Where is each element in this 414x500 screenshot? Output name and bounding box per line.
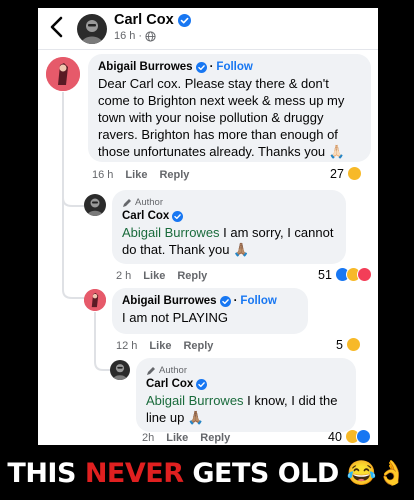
avatar[interactable] xyxy=(77,14,107,44)
reaction-count[interactable]: 27 xyxy=(330,166,362,181)
author-label: Author xyxy=(159,365,187,376)
haha-emoji-icon xyxy=(346,166,362,181)
avatar[interactable] xyxy=(46,57,80,91)
carl-cox-avatar-icon xyxy=(112,364,128,380)
post-meta: 16 h · xyxy=(114,30,156,42)
reaction-count[interactable]: 40 xyxy=(328,429,371,444)
verified-badge-icon xyxy=(177,13,191,27)
post-header: Carl Cox 16 h · xyxy=(38,8,378,50)
author-badge: Author xyxy=(146,365,346,376)
mention-link[interactable]: Abigail Burrowes xyxy=(122,225,220,240)
like-button[interactable]: Like xyxy=(166,432,188,444)
thread-line xyxy=(62,92,64,272)
separator-dot: · xyxy=(233,295,238,307)
like-button[interactable]: Like xyxy=(143,270,165,282)
avatar[interactable] xyxy=(84,289,106,311)
carl-cox-avatar-icon xyxy=(87,198,103,216)
like-button[interactable]: Like xyxy=(125,169,147,181)
verified-badge-icon xyxy=(172,210,184,222)
comment-author[interactable]: Abigail Burrowes xyxy=(122,295,217,307)
author-badge: Author xyxy=(122,197,336,208)
avatar[interactable] xyxy=(84,194,106,216)
comment-time[interactable]: 2h xyxy=(142,432,154,444)
caption-emojis: 😂👌 xyxy=(346,460,407,487)
reply-button[interactable]: Reply xyxy=(159,169,189,181)
separator-dot: · xyxy=(209,61,214,73)
comment-bubble: Abigail Burrowes · Follow I am not PLAYI… xyxy=(112,288,308,334)
reaction-count[interactable]: 51 xyxy=(318,267,372,282)
comment-actions: 16 h Like Reply xyxy=(92,169,189,181)
comment-time[interactable]: 2 h xyxy=(116,270,131,282)
pencil-icon xyxy=(123,198,131,207)
page-name[interactable]: Carl Cox xyxy=(114,12,174,28)
like-emoji-icon xyxy=(355,429,371,444)
comment-actions: 2h Like Reply xyxy=(142,432,230,444)
follow-button[interactable]: Follow xyxy=(240,295,276,307)
reaction-number: 51 xyxy=(318,267,332,282)
caption-part-this: THIS xyxy=(7,458,85,489)
avatar[interactable] xyxy=(110,360,130,380)
comment-bubble: Abigail Burrowes · Follow Dear Carl cox.… xyxy=(88,54,371,162)
comment-text: Dear Carl cox. Please stay there & don't… xyxy=(98,76,345,159)
reaction-number: 27 xyxy=(330,166,344,181)
comment-author[interactable]: Abigail Burrowes xyxy=(98,61,193,73)
love-emoji-icon xyxy=(356,267,372,282)
thread-connector xyxy=(62,270,84,299)
reaction-number: 5 xyxy=(336,337,343,352)
abigail-avatar-icon xyxy=(84,289,106,311)
comment-header: Carl Cox xyxy=(146,378,346,390)
verified-badge-icon xyxy=(195,61,207,73)
comment-text: Abigail Burrowes I am sorry, I cannot do… xyxy=(122,224,336,258)
caption-part-gets-old: GETS OLD xyxy=(183,458,339,489)
comment-actions: 2 h Like Reply xyxy=(116,270,207,282)
thread-connector xyxy=(62,186,84,207)
meme-caption: THIS NEVER GETS OLD 😂👌 xyxy=(0,447,414,500)
haha-emoji-icon xyxy=(345,337,361,352)
comment-header: Abigail Burrowes · Follow xyxy=(98,61,361,73)
back-arrow-icon[interactable] xyxy=(46,12,68,42)
verified-badge-icon xyxy=(219,295,231,307)
verified-badge-icon xyxy=(196,378,208,390)
abigail-avatar-icon xyxy=(46,57,80,91)
author-label: Author xyxy=(135,197,163,208)
comment-text: Abigail Burrowes I know, I did the line … xyxy=(146,392,346,426)
reply-button[interactable]: Reply xyxy=(183,340,213,352)
caption-part-never: NEVER xyxy=(84,458,184,489)
reply-button[interactable]: Reply xyxy=(200,432,230,444)
comments-card: Carl Cox 16 h · Abigail Burrowes · Follo… xyxy=(38,8,378,445)
meta-dot: · xyxy=(138,30,143,42)
comment-bubble: Author Carl Cox Abigail Burrowes I am so… xyxy=(112,190,346,264)
comment-author[interactable]: Carl Cox xyxy=(122,210,169,222)
reaction-count[interactable]: 5 xyxy=(336,337,361,352)
reaction-number: 40 xyxy=(328,429,342,444)
like-button[interactable]: Like xyxy=(149,340,171,352)
comment-bubble: Author Carl Cox Abigail Burrowes I know,… xyxy=(136,358,356,432)
mention-link[interactable]: Abigail Burrowes xyxy=(146,393,244,408)
reply-button[interactable]: Reply xyxy=(177,270,207,282)
comment-author[interactable]: Carl Cox xyxy=(146,378,193,390)
comment-actions: 12 h Like Reply xyxy=(116,340,213,352)
comment-text: I am not PLAYING xyxy=(122,310,228,325)
post-time[interactable]: 16 h xyxy=(114,30,135,42)
caption-text: THIS NEVER GETS OLD xyxy=(7,458,339,489)
globe-icon xyxy=(145,30,156,42)
page-title[interactable]: Carl Cox xyxy=(114,12,191,28)
comment-header: Carl Cox xyxy=(122,210,336,222)
comment-time[interactable]: 12 h xyxy=(116,340,137,352)
follow-button[interactable]: Follow xyxy=(216,61,252,73)
carl-cox-avatar-icon xyxy=(81,20,103,44)
comment-header: Abigail Burrowes · Follow xyxy=(122,295,298,307)
pencil-icon xyxy=(147,366,155,375)
comment-time[interactable]: 16 h xyxy=(92,169,113,181)
